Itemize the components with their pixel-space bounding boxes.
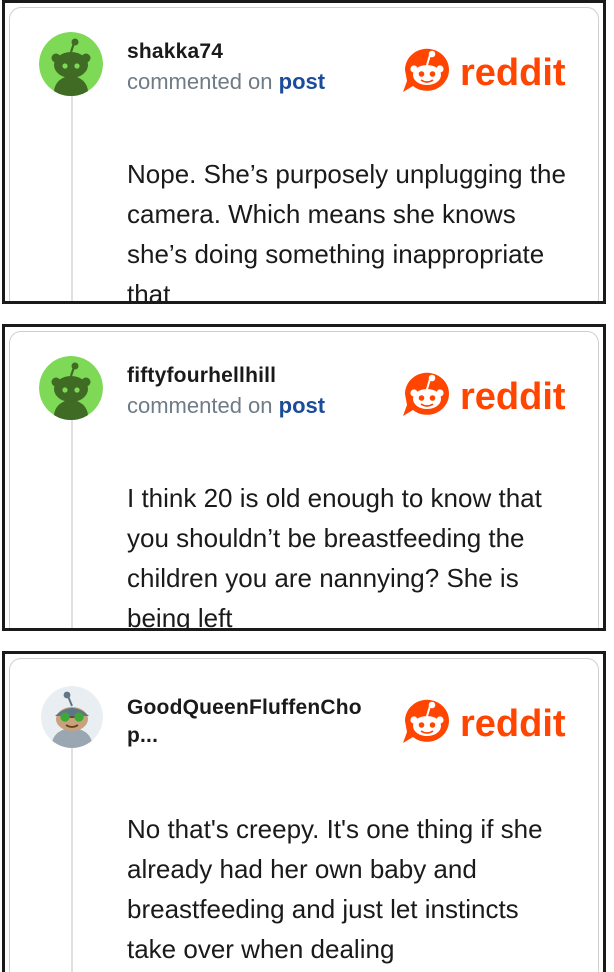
meta-prefix: commented on	[127, 69, 279, 94]
comment-body: I think 20 is old enough to know that yo…	[127, 483, 542, 631]
comment-card-1[interactable]: shakka74 commented on post reddit Nope. …	[2, 0, 606, 304]
thread-line	[71, 73, 73, 301]
comment-meta: commented on post	[127, 69, 325, 95]
username[interactable]: GoodQueenFluffenChop...	[127, 694, 392, 750]
comment-body: Nope. She’s purposely unplugging the cam…	[127, 159, 566, 304]
custom-snoo-avatar-icon	[41, 686, 103, 748]
reddit-logo: reddit	[399, 367, 575, 423]
avatar[interactable]	[39, 356, 103, 420]
avatar[interactable]	[41, 686, 103, 748]
reddit-logo: reddit	[399, 43, 575, 99]
snoo-avatar-icon	[39, 32, 103, 96]
post-link[interactable]: post	[279, 393, 325, 418]
reddit-logo: reddit	[399, 694, 575, 750]
comment-meta: commented on post	[127, 393, 325, 419]
meta-prefix: commented on	[127, 393, 279, 418]
comment-card-3[interactable]: GoodQueenFluffenChop... reddit No that's…	[2, 651, 606, 972]
thread-line	[71, 724, 73, 972]
post-link[interactable]: post	[279, 69, 325, 94]
svg-text:reddit: reddit	[460, 52, 566, 94]
thread-line	[71, 397, 73, 628]
comment-card-2[interactable]: fiftyfourhellhill commented on post redd…	[2, 324, 606, 631]
snoo-avatar-icon	[39, 356, 103, 420]
reddit-logo-icon: reddit	[403, 48, 566, 94]
svg-text:reddit: reddit	[460, 376, 566, 418]
comment-body: No that's creepy. It's one thing if she …	[127, 814, 543, 964]
svg-text:reddit: reddit	[460, 703, 566, 745]
avatar[interactable]	[39, 32, 103, 96]
reddit-logo-icon: reddit	[403, 699, 566, 745]
username[interactable]: fiftyfourhellhill	[127, 363, 397, 389]
reddit-logo-icon: reddit	[403, 372, 566, 418]
username[interactable]: shakka74	[127, 39, 397, 65]
